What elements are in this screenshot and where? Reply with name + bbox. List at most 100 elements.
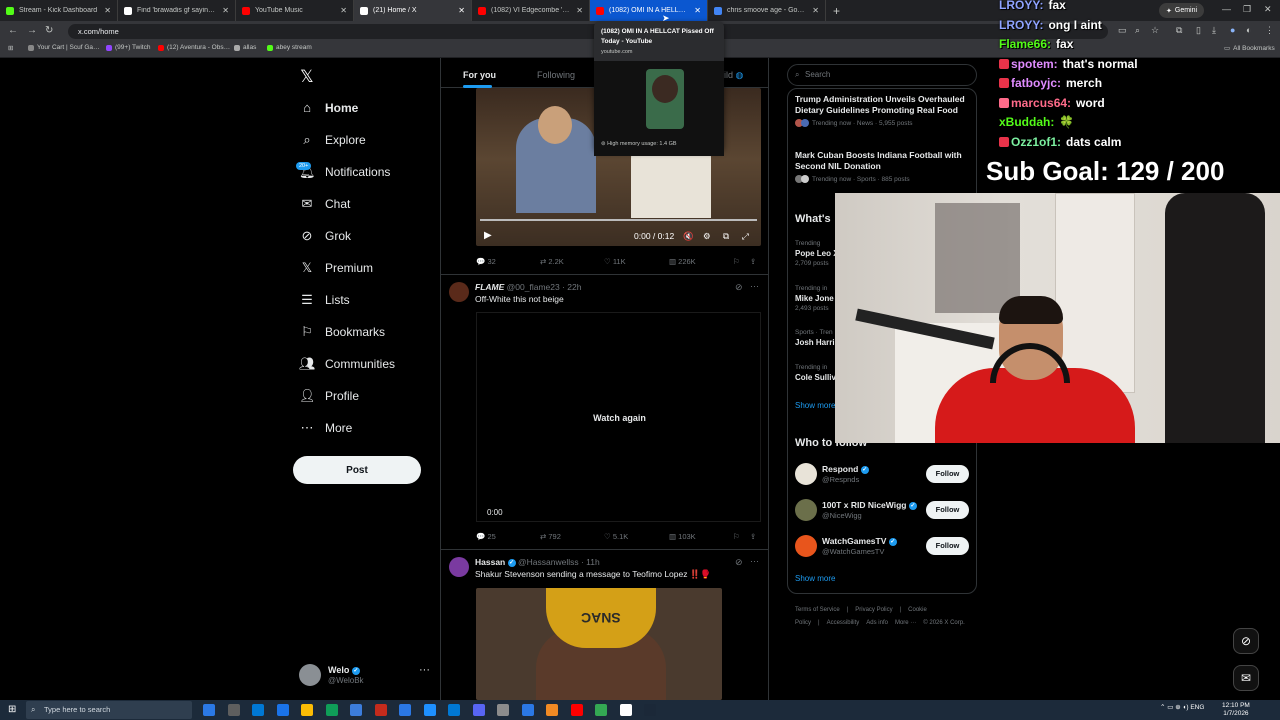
system-tray[interactable]: ⌃ ▭ ⊕ ◖) ENG — [1160, 703, 1204, 711]
bookmark-item[interactable]: abey stream — [267, 44, 312, 51]
reply-button[interactable]: 💬 32 — [476, 257, 496, 266]
zoom-icon[interactable]: ⌕ — [1135, 25, 1140, 36]
trend-item[interactable]: Sports · Tren Josh Harri — [795, 329, 835, 349]
show-more-link[interactable]: Show more — [795, 574, 835, 583]
follow-button[interactable]: Follow — [926, 501, 969, 519]
widgets-icon[interactable] — [227, 704, 240, 716]
clock[interactable]: 12:10 PM 1/7/2026 — [1222, 702, 1250, 718]
sidebar-item-explore[interactable]: ⌕ Explore — [299, 132, 365, 148]
sidebar-item-home[interactable]: ⌂ Home — [299, 100, 358, 115]
browser-tab[interactable]: (1082) VI Edgecombe 'The Futu… ✕ — [472, 0, 590, 21]
menu-icon[interactable]: ⋮ — [1265, 25, 1274, 36]
avatar[interactable] — [449, 557, 469, 577]
apps-icon[interactable]: ⊞ — [8, 44, 13, 52]
all-bookmarks[interactable]: ▭ All Bookmarks — [1224, 44, 1275, 53]
chrome-icon[interactable] — [301, 704, 313, 716]
app-icon[interactable] — [350, 704, 362, 716]
mail-icon[interactable] — [399, 704, 411, 716]
store-icon[interactable] — [448, 704, 460, 716]
post-author[interactable]: Hassan ✓ @Hassanwellss · 11h — [475, 557, 600, 567]
minimize-icon[interactable]: — — [1222, 4, 1231, 14]
sidebar-item-grok[interactable]: ⊘ Grok — [299, 228, 351, 244]
windows-start-icon[interactable]: ⊞ — [8, 704, 16, 715]
bookmark-item[interactable]: allas — [234, 44, 256, 51]
close-tab-icon[interactable]: ✕ — [340, 6, 347, 15]
app-icon[interactable] — [374, 704, 387, 716]
reload-icon[interactable]: ↻ — [45, 25, 53, 36]
avatar[interactable] — [449, 282, 469, 302]
sidebar-item-premium[interactable]: 𝕏 Premium — [299, 260, 373, 276]
close-tab-icon[interactable]: ✕ — [812, 6, 819, 15]
tab-partial[interactable]: ild ◍ — [724, 70, 743, 81]
reply-button[interactable]: 💬 25 — [476, 532, 496, 541]
close-tab-icon[interactable]: ✕ — [576, 6, 583, 15]
close-tab-icon[interactable]: ✕ — [222, 6, 229, 15]
share-icon[interactable]: ⇪ — [750, 257, 756, 266]
repost-button[interactable]: ⇄ 792 — [540, 532, 561, 541]
views-button[interactable]: ▥ 103K — [669, 532, 696, 541]
account-switcher[interactable]: Welo ✓ @WeloBk ··· — [299, 662, 431, 688]
gemini-button[interactable]: ✦ Gemini — [1159, 3, 1205, 18]
trend-item[interactable]: Trending Pope Leo X 2,709 posts — [795, 240, 839, 267]
sidebar-item-bookmarks[interactable]: ⚐ Bookmarks — [299, 324, 385, 340]
chrome-icon[interactable] — [595, 704, 607, 716]
bookmark-icon[interactable]: ⚐ — [733, 532, 740, 541]
trend-item[interactable]: Trending in Mike Jone 2,493 posts — [795, 285, 834, 312]
like-button[interactable]: ♡ 5.1K — [604, 532, 628, 541]
browser-tab[interactable]: chris smoove age - Google Sear… ✕ — [708, 0, 826, 21]
follow-button[interactable]: Follow — [926, 537, 969, 555]
news-item[interactable]: Trump Administration Unveils Overhauled … — [795, 94, 970, 127]
show-more-link[interactable]: Show more — [795, 401, 835, 410]
close-tab-icon[interactable]: ✕ — [694, 6, 701, 15]
tab-for-you[interactable]: For you — [463, 70, 496, 80]
news-item[interactable]: Mark Cuban Boosts Indiana Football with … — [795, 150, 970, 183]
video-progress[interactable] — [480, 219, 757, 221]
downloads-icon[interactable]: ⤓ — [1212, 25, 1216, 36]
follow-suggestion[interactable]: Respond ✓ @Respnds Follow — [795, 461, 970, 487]
bookmark-item[interactable]: (99+) Twitch — [106, 44, 150, 51]
search-input[interactable]: ⌕ Search — [787, 64, 977, 86]
new-tab-button[interactable]: + — [826, 4, 847, 18]
address-bar[interactable]: x.com/home — [68, 24, 1108, 39]
more-icon[interactable]: ··· — [750, 556, 759, 566]
discord-icon[interactable] — [472, 704, 485, 716]
app-icon[interactable] — [497, 704, 509, 716]
grok-fab-icon[interactable]: ⊘ — [1233, 628, 1259, 654]
footer-link[interactable]: Terms of Service — [795, 607, 840, 613]
close-tab-icon[interactable]: ✕ — [458, 6, 465, 15]
close-window-icon[interactable]: ✕ — [1264, 4, 1272, 15]
sidebar-item-profile[interactable]: 👤︎ Profile — [299, 388, 359, 404]
sidebar-item-more[interactable]: ⋯ More — [299, 420, 353, 436]
star-icon[interactable]: ☆ — [1151, 25, 1159, 36]
sidepanel-icon[interactable]: ▯ — [1196, 25, 1201, 36]
watch-again-button[interactable]: Watch again — [477, 413, 762, 423]
grok-icon[interactable]: ⊘ — [735, 282, 743, 293]
sidebar-item-communities[interactable]: 👥︎ Communities — [299, 356, 395, 372]
sidebar-item-chat[interactable]: ✉ Chat — [299, 196, 351, 212]
cast-icon[interactable]: ▭ — [1118, 25, 1127, 36]
extensions-icon[interactable]: ⧉ — [1176, 25, 1182, 36]
tab-following[interactable]: Following — [537, 70, 575, 80]
steam-icon[interactable] — [644, 704, 656, 716]
repost-button[interactable]: ⇄ 2.2K — [540, 257, 564, 266]
post-author[interactable]: FLAME @00_flame23 · 22h — [475, 282, 581, 292]
sidebar-item-notifications[interactable]: 🔔︎ Notifications — [299, 164, 390, 180]
follow-suggestion[interactable]: 100T x RID NiceWigg ✓ @NiceWigg Follow — [795, 497, 970, 523]
views-button[interactable]: ▥ 226K — [669, 257, 696, 266]
more-icon[interactable]: ··· — [750, 281, 759, 291]
close-tab-icon[interactable]: ✕ — [104, 6, 111, 15]
like-button[interactable]: ♡ 11K — [604, 257, 626, 266]
settings-icon[interactable]: ⚙ — [703, 231, 711, 242]
messages-fab-icon[interactable]: ✉ — [1233, 665, 1259, 691]
bookmark-item[interactable]: (12) Aventura - Obs… — [158, 44, 230, 51]
app-icon[interactable] — [521, 704, 534, 716]
edge-icon[interactable] — [423, 704, 436, 716]
x-logo-icon[interactable]: 𝕏 — [300, 67, 314, 87]
app-icon[interactable] — [546, 704, 558, 716]
sidebar-item-lists[interactable]: ☰ Lists — [299, 292, 350, 308]
footer-link[interactable]: © 2026 X Corp. — [923, 620, 964, 626]
browser-tab[interactable]: (21) Home / X ✕ — [354, 0, 472, 21]
browser-tab[interactable]: Find 'brawadis gf saying she n… ✕ — [118, 0, 236, 21]
forward-icon[interactable]: → — [27, 25, 37, 36]
account-icon[interactable]: ◐ — [1246, 25, 1251, 35]
